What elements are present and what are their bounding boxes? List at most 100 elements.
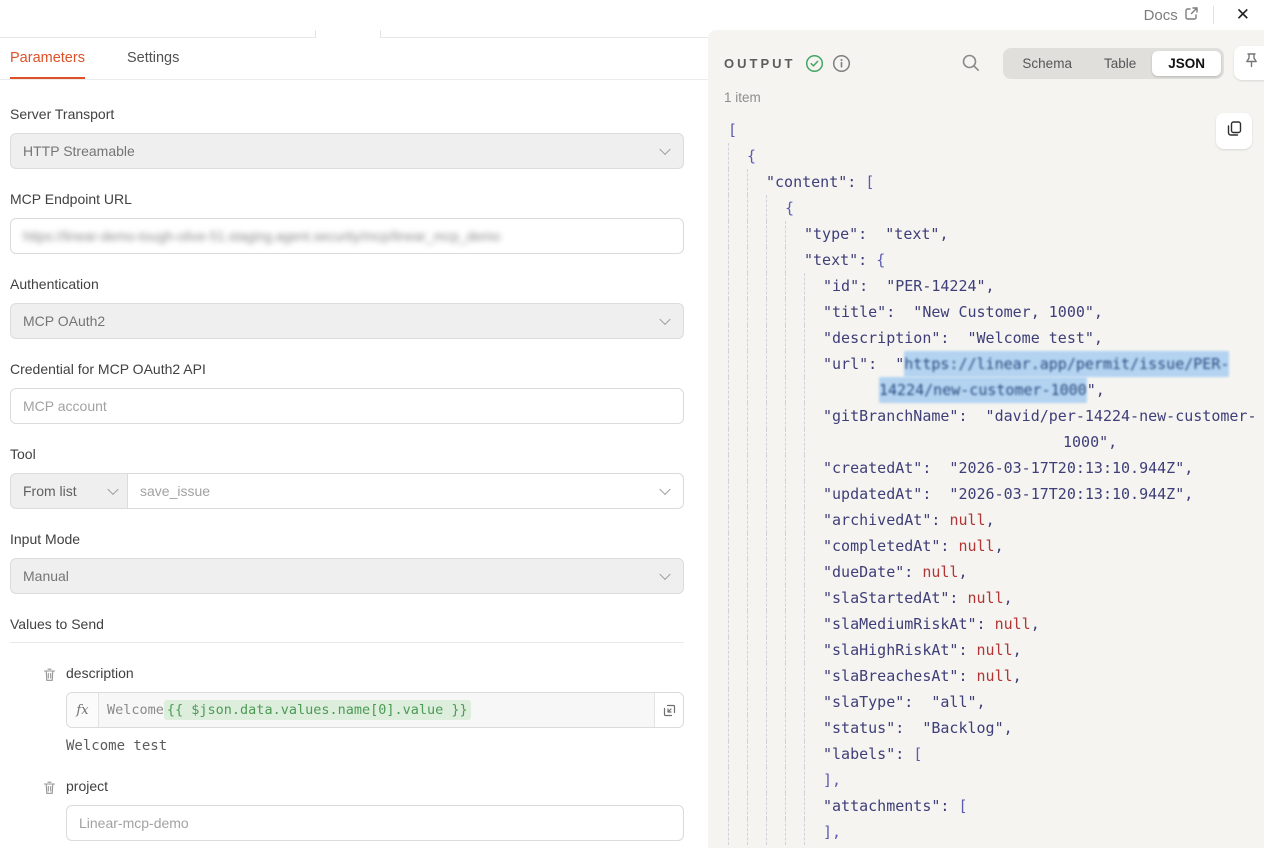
json-line: 14224/new-customer-1000", bbox=[728, 377, 1264, 403]
json-token: null bbox=[995, 611, 1031, 637]
tab-parameters[interactable]: Parameters bbox=[10, 38, 85, 79]
field-server-transport: Server Transport HTTP Streamable bbox=[10, 106, 684, 169]
json-token: "url": " bbox=[823, 351, 904, 377]
json-token: ", bbox=[1087, 377, 1105, 403]
trash-icon[interactable] bbox=[42, 667, 58, 754]
indent-guide bbox=[804, 377, 823, 403]
json-line: "slaBreachesAt": null, bbox=[728, 663, 1264, 689]
close-button[interactable]: ✕ bbox=[1228, 3, 1258, 27]
indent-guide bbox=[785, 403, 804, 429]
indent-guide bbox=[804, 299, 823, 325]
tab-json[interactable]: JSON bbox=[1152, 51, 1221, 76]
expression-prefix: Welcome bbox=[107, 702, 164, 718]
indent-guide bbox=[728, 351, 747, 377]
indent-guide bbox=[747, 533, 766, 559]
tool-value-input[interactable] bbox=[140, 474, 649, 508]
indent-guide bbox=[785, 793, 804, 819]
indent-guide bbox=[747, 221, 766, 247]
indent-guide bbox=[766, 793, 785, 819]
json-token: [ bbox=[913, 741, 922, 767]
credential-input[interactable] bbox=[23, 389, 671, 423]
json-line: "url": "https://linear.app/permit/issue/… bbox=[728, 351, 1264, 377]
indent-guide bbox=[728, 767, 747, 793]
indent-guide bbox=[804, 403, 823, 429]
json-token: "createdAt": "2026-03-17T20:13:10.944Z", bbox=[823, 455, 1193, 481]
json-code[interactable]: [{"content": [{"type": "text","text": {"… bbox=[708, 117, 1264, 845]
json-token: null bbox=[949, 507, 985, 533]
json-token: "id": "PER-14224", bbox=[823, 273, 995, 299]
json-line: "archivedAt": null, bbox=[728, 507, 1264, 533]
json-line: { bbox=[728, 143, 1264, 169]
open-expression-editor-button[interactable] bbox=[654, 693, 683, 727]
tab-settings[interactable]: Settings bbox=[127, 38, 179, 79]
json-token: [ bbox=[958, 793, 967, 819]
tool-label: Tool bbox=[10, 446, 684, 462]
endpoint-url-input[interactable]: https://linear-demo-tough-olive-51.stagi… bbox=[10, 218, 684, 254]
search-icon[interactable] bbox=[961, 53, 981, 73]
pin-data-button[interactable] bbox=[1234, 46, 1264, 80]
indent-guide bbox=[804, 507, 823, 533]
tab-settings-label: Settings bbox=[127, 50, 179, 66]
indent-guide bbox=[804, 481, 823, 507]
tab-table[interactable]: Table bbox=[1088, 51, 1152, 76]
indent-guide bbox=[747, 819, 766, 845]
indent-guide bbox=[747, 637, 766, 663]
authentication-value: MCP OAuth2 bbox=[23, 313, 105, 329]
project-input[interactable] bbox=[79, 806, 671, 840]
endpoint-url-label: MCP Endpoint URL bbox=[10, 191, 684, 207]
indent-guide bbox=[785, 559, 804, 585]
json-line: "id": "PER-14224", bbox=[728, 273, 1264, 299]
server-transport-value: HTTP Streamable bbox=[23, 143, 135, 159]
chevron-down-icon bbox=[659, 314, 670, 325]
indent-guide bbox=[747, 195, 766, 221]
parameters-form: Server Transport HTTP Streamable MCP End… bbox=[0, 80, 708, 848]
json-token: , bbox=[1031, 611, 1040, 637]
json-token: null bbox=[977, 663, 1013, 689]
json-line: "text": { bbox=[728, 247, 1264, 273]
json-token: , bbox=[958, 559, 967, 585]
json-token: ], bbox=[823, 767, 841, 793]
indent-guide bbox=[804, 793, 823, 819]
json-line: "slaMediumRiskAt": null, bbox=[728, 611, 1264, 637]
indent-guide bbox=[804, 689, 823, 715]
indent-guide bbox=[747, 325, 766, 351]
indent-guide bbox=[804, 767, 823, 793]
indent-guide bbox=[766, 741, 785, 767]
indent-guide bbox=[766, 819, 785, 845]
indent-guide bbox=[728, 715, 747, 741]
json-token: "slaStartedAt": bbox=[823, 585, 968, 611]
server-transport-select[interactable]: HTTP Streamable bbox=[10, 133, 684, 169]
json-line: "slaType": "all", bbox=[728, 689, 1264, 715]
indent-guide bbox=[785, 273, 804, 299]
indent-guide bbox=[728, 585, 747, 611]
indent-guide bbox=[747, 377, 766, 403]
indent-guide bbox=[728, 429, 747, 455]
indent-guide bbox=[766, 351, 785, 377]
json-line: "description": "Welcome test", bbox=[728, 325, 1264, 351]
trash-icon[interactable] bbox=[42, 780, 58, 841]
input-mode-select[interactable]: Manual bbox=[10, 558, 684, 594]
indent-guide bbox=[766, 273, 785, 299]
chevron-down-icon bbox=[659, 484, 670, 495]
authentication-select[interactable]: MCP OAuth2 bbox=[10, 303, 684, 339]
tab-schema[interactable]: Schema bbox=[1006, 51, 1088, 76]
indent-guide bbox=[728, 273, 747, 299]
docs-link[interactable]: Docs bbox=[1144, 6, 1199, 25]
copy-output-button[interactable] bbox=[1216, 113, 1252, 149]
indent-guide bbox=[728, 403, 747, 429]
indent-guide bbox=[785, 507, 804, 533]
indent-guide bbox=[766, 559, 785, 585]
indent-guide bbox=[785, 611, 804, 637]
expression-input[interactable]: fx Welcome {{ $json.data.values.name[0].… bbox=[66, 692, 684, 728]
indent-guide bbox=[785, 325, 804, 351]
tool-value-wrap bbox=[128, 473, 684, 509]
info-icon[interactable] bbox=[832, 54, 851, 73]
tool-mode-select[interactable]: From list bbox=[10, 473, 128, 509]
json-token: 1000", bbox=[1063, 429, 1117, 455]
value-body: project bbox=[66, 778, 684, 841]
indent-guide bbox=[747, 741, 766, 767]
indent-guide bbox=[804, 819, 823, 845]
indent-guide bbox=[766, 377, 785, 403]
indent-guide bbox=[747, 507, 766, 533]
indent-guide bbox=[766, 689, 785, 715]
